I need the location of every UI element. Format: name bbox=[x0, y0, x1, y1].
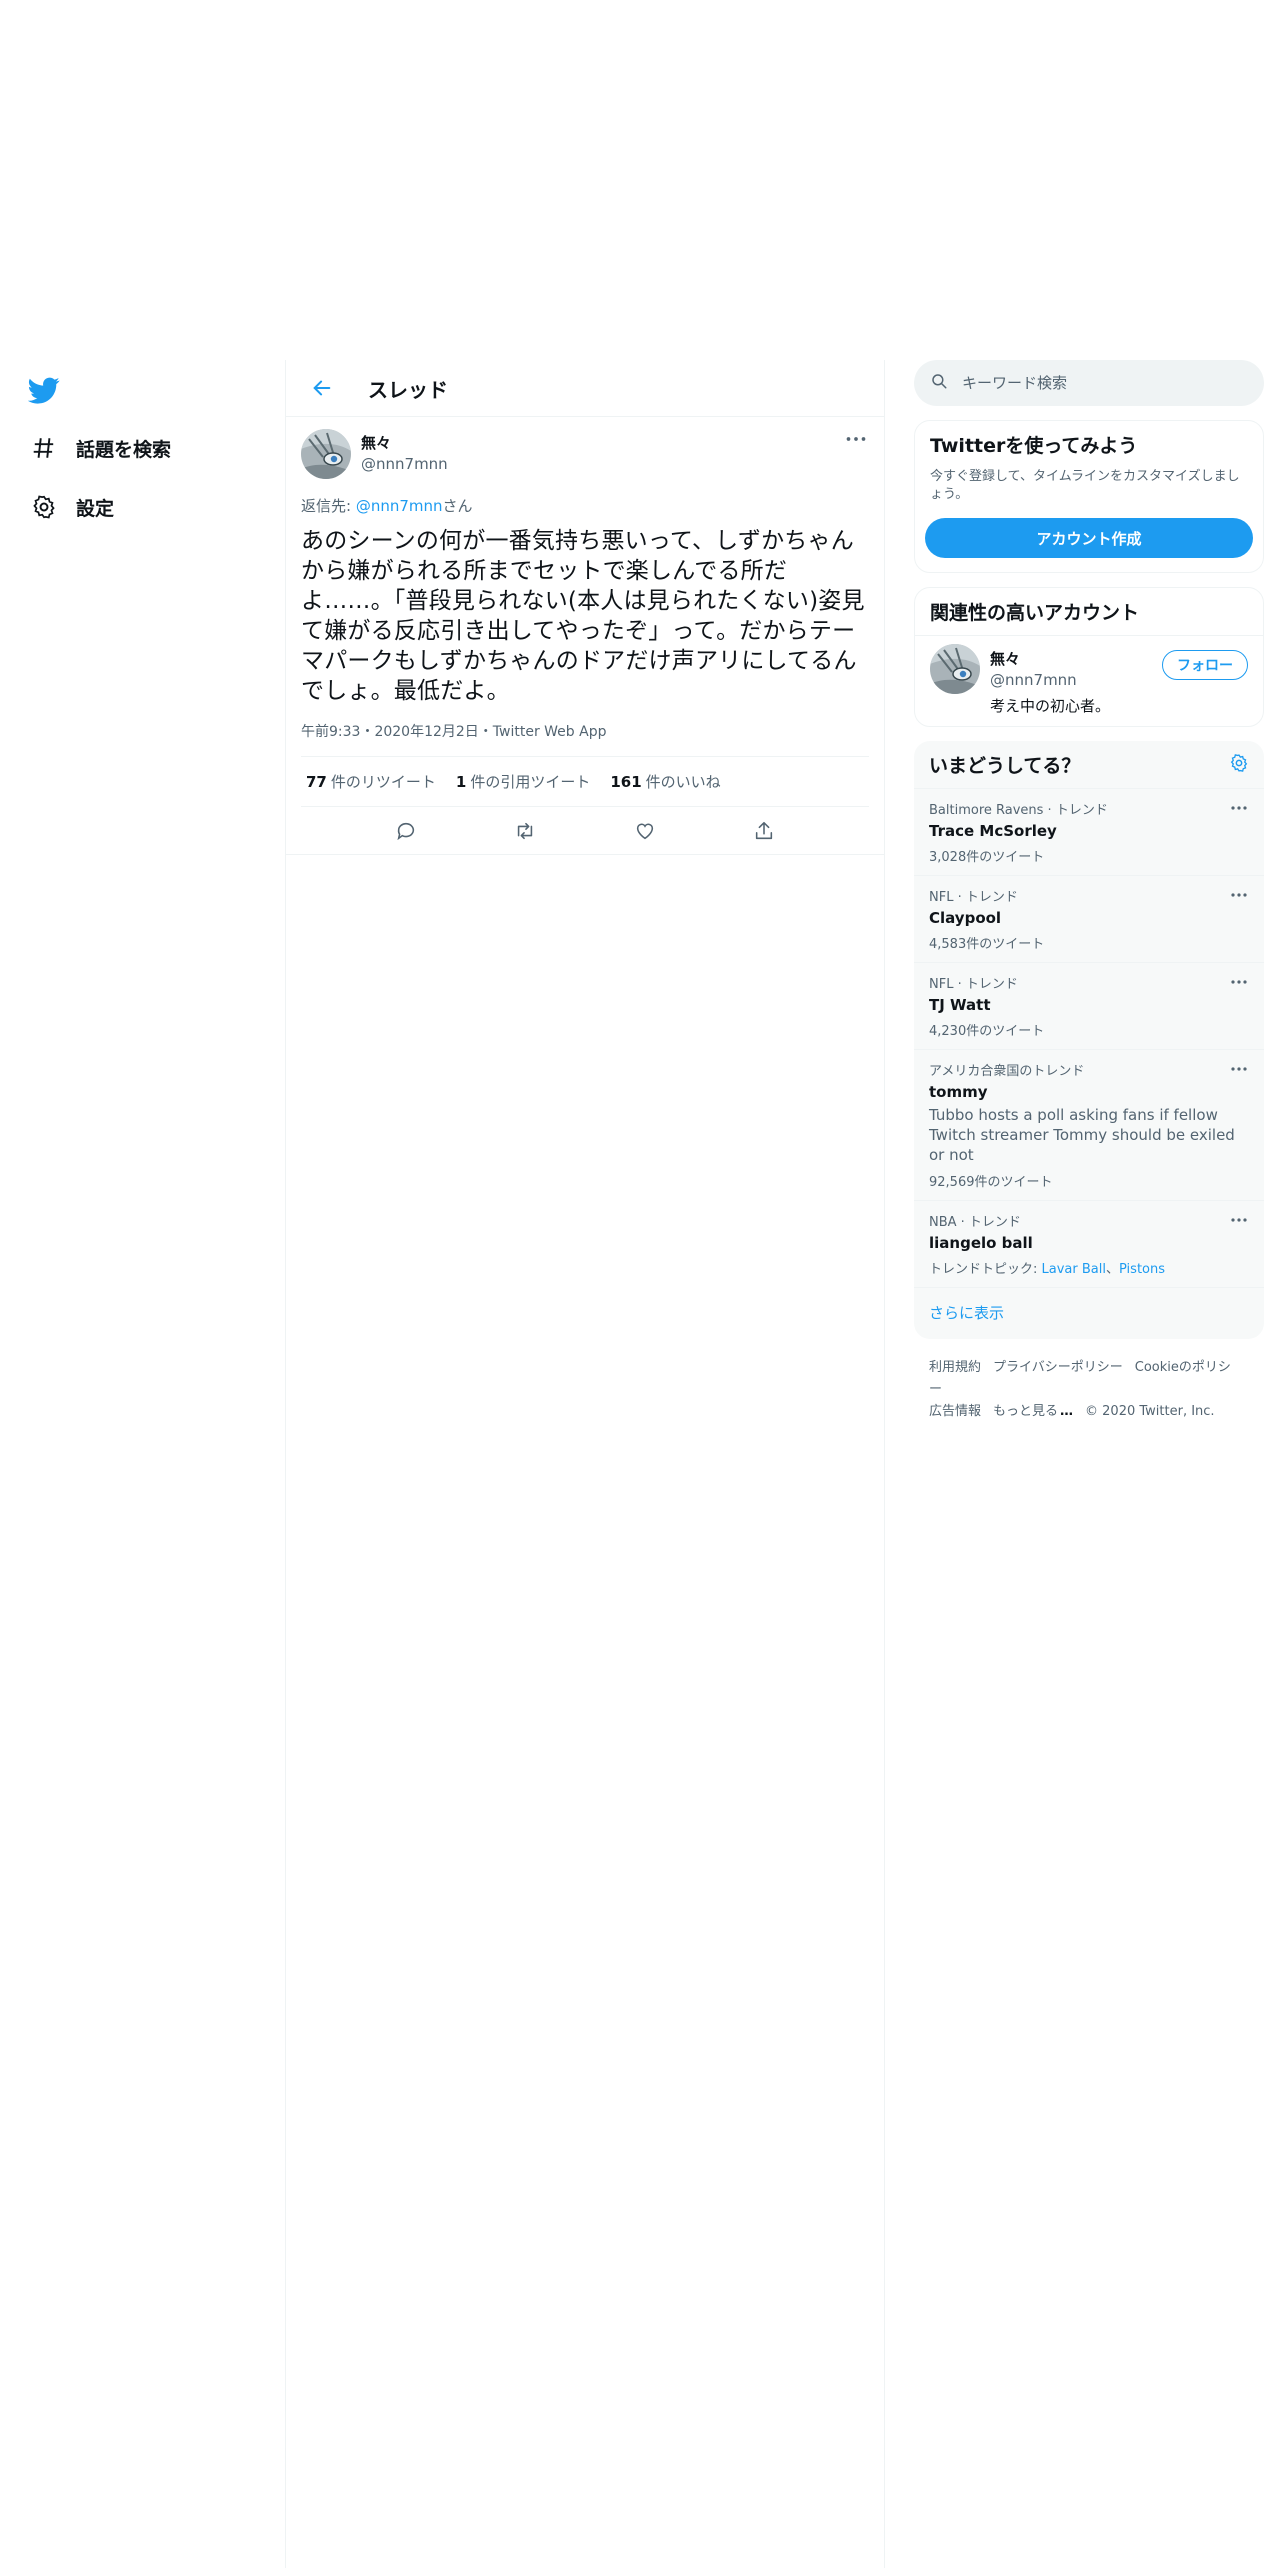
tweet-author-row: 無々 @nnn7mnn bbox=[301, 429, 869, 481]
author-handle[interactable]: @nnn7mnn bbox=[361, 455, 448, 473]
follow-button[interactable]: フォロー bbox=[1162, 650, 1248, 680]
trends-title: いまどうしてる？ bbox=[929, 755, 1081, 777]
trend-name: tommy bbox=[929, 1083, 988, 1101]
nav-item-settings[interactable]: 設定 bbox=[30, 482, 114, 532]
trend-item[interactable]: NFL · トレンド Claypool 4,583件のツイート bbox=[914, 876, 1264, 963]
reply-icon[interactable] bbox=[388, 813, 424, 849]
likes-count: 161 bbox=[610, 773, 642, 791]
retweets-label: 件のリツイート bbox=[330, 773, 436, 791]
trend-item[interactable]: NFL · トレンド TJ Watt 4,230件のツイート bbox=[914, 963, 1264, 1050]
signup-card: Twitterを使ってみよう 今すぐ登録して、タイムラインをカスタマイズしましょ… bbox=[914, 420, 1264, 573]
create-account-button[interactable]: アカウント作成 bbox=[925, 518, 1253, 558]
back-arrow-icon[interactable] bbox=[306, 372, 338, 404]
right-sidebar: Twitterを使ってみよう 今すぐ登録して、タイムラインをカスタマイズしましょ… bbox=[914, 360, 1264, 1441]
trend-description: Tubbo hosts a poll asking fans if fellow… bbox=[929, 1106, 1235, 1164]
trend-context: NFL · トレンド bbox=[929, 977, 1018, 992]
footer-links: 利用規約 プライバシーポリシー Cookieのポリシー 広告情報 もっと見る… © 20… bbox=[914, 1339, 1264, 1441]
account-handle: @nnn7mnn bbox=[990, 671, 1077, 689]
trend-item[interactable]: アメリカ合衆国のトレンド tommy Tubbo hosts a poll as… bbox=[914, 1050, 1264, 1201]
show-more-link[interactable]: さらに表示 bbox=[914, 1288, 1264, 1339]
trend-context: アメリカ合衆国のトレンド bbox=[929, 1064, 1085, 1079]
left-nav: 話題を検索 設定 bbox=[0, 360, 285, 2568]
tweet-text: あのシーンの何が一番気持ち悪いって、しずかちゃんから嫌がられる所までセットで楽し… bbox=[301, 528, 865, 704]
tweet-actions bbox=[286, 807, 884, 855]
footer-ads-link[interactable]: 広告情報 bbox=[929, 1404, 981, 1419]
likes-label: 件のいいね bbox=[645, 773, 721, 791]
signup-title: Twitterを使ってみよう bbox=[930, 435, 1138, 457]
trend-name: Claypool bbox=[929, 909, 1002, 927]
search-box[interactable] bbox=[914, 360, 1264, 406]
footer-more-link[interactable]: もっと見る… bbox=[993, 1404, 1073, 1419]
trend-item[interactable]: NBA · トレンド liangelo ball トレンドトピック: Lavar… bbox=[914, 1201, 1264, 1288]
topic-link[interactable]: Lavar Ball bbox=[1042, 1262, 1106, 1277]
reply-suffix: さん bbox=[442, 497, 473, 515]
quotes-stat[interactable]: 1 件の引用ツイート bbox=[456, 771, 590, 792]
trend-count: 4,583件のツイート bbox=[929, 937, 1045, 952]
more-options-icon[interactable] bbox=[1229, 801, 1249, 815]
gear-icon bbox=[30, 493, 58, 521]
tweet: 無々 @nnn7mnn 返信先: @nnn7mnnさん あのシーンの何が一番気持… bbox=[286, 417, 884, 855]
reply-prefix: 返信先: bbox=[301, 497, 356, 515]
retweets-count: 77 bbox=[306, 773, 327, 791]
topic-separator: 、 bbox=[1105, 1262, 1119, 1277]
footer-terms-link[interactable]: 利用規約 bbox=[929, 1360, 981, 1375]
trend-name: Trace McSorley bbox=[929, 822, 1057, 840]
quotes-label: 件の引用ツイート bbox=[470, 773, 591, 791]
trends-header: いまどうしてる？ bbox=[914, 741, 1264, 789]
thread-column: スレッド 無々 @nnn7mnn 返信先: @nnn7mnnさん あのシーンの何… bbox=[285, 360, 885, 2568]
hashtag-icon bbox=[30, 434, 58, 462]
trend-context: NBA · トレンド bbox=[929, 1215, 1021, 1230]
relevant-accounts-title: 関連性の高いアカウント bbox=[915, 588, 1263, 636]
quotes-count: 1 bbox=[455, 773, 467, 791]
nav-item-explore[interactable]: 話題を検索 bbox=[30, 423, 171, 473]
nav-label-explore: 話題を検索 bbox=[76, 438, 172, 461]
settings-gear-icon[interactable] bbox=[1229, 753, 1249, 777]
author-display-name[interactable]: 無々 bbox=[361, 432, 448, 453]
retweet-icon[interactable] bbox=[507, 813, 543, 849]
trend-name: liangelo ball bbox=[929, 1234, 1033, 1252]
more-dots-icon: … bbox=[1060, 1404, 1074, 1419]
tweet-stats: 77 件のリツイート 1 件の引用ツイート 161 件のいいね bbox=[301, 757, 869, 807]
trend-count: 3,028件のツイート bbox=[929, 850, 1045, 865]
trend-context: NFL · トレンド bbox=[929, 890, 1018, 905]
trend-item[interactable]: Baltimore Ravens · トレンド Trace McSorley 3… bbox=[914, 789, 1264, 876]
footer-more-label: もっと見る bbox=[993, 1404, 1059, 1419]
trend-count: 4,230件のツイート bbox=[929, 1024, 1045, 1039]
account-row[interactable]: 無々 @nnn7mnn 考え中の初心者。 フォロー bbox=[915, 636, 1263, 726]
avatar[interactable] bbox=[930, 644, 980, 694]
reply-to-line: 返信先: @nnn7mnnさん bbox=[301, 495, 869, 516]
tweet-timestamp[interactable]: 午前9:33・2020年12月2日・Twitter Web App bbox=[301, 721, 869, 757]
signup-description: 今すぐ登録して、タイムラインをカスタマイズしましょう。 bbox=[930, 469, 1240, 502]
more-options-icon[interactable] bbox=[1229, 975, 1249, 989]
trend-topics-label: トレンドトピック: bbox=[929, 1262, 1042, 1277]
footer-copyright: © 2020 Twitter, Inc. bbox=[1085, 1404, 1215, 1419]
page-title: スレッド bbox=[368, 377, 448, 402]
relevant-accounts-card: 関連性の高いアカウント 無々 @nnn7mnn 考え中の初心者。 フォロー bbox=[914, 587, 1264, 727]
trend-name: TJ Watt bbox=[929, 996, 991, 1014]
search-input[interactable] bbox=[962, 374, 1222, 392]
like-heart-icon[interactable] bbox=[627, 813, 663, 849]
more-options-icon[interactable] bbox=[1229, 1213, 1249, 1227]
search-icon bbox=[930, 372, 948, 394]
trend-topics: トレンドトピック: Lavar Ball、Pistons bbox=[929, 1258, 1249, 1277]
nav-label-settings: 設定 bbox=[76, 497, 115, 520]
more-options-icon[interactable] bbox=[1229, 1062, 1249, 1076]
trend-count: 92,569件のツイート bbox=[929, 1175, 1053, 1190]
thread-header: スレッド bbox=[286, 360, 884, 417]
twitter-bird-icon[interactable] bbox=[27, 374, 64, 410]
avatar[interactable] bbox=[301, 429, 351, 479]
account-name: 無々 bbox=[990, 650, 1021, 668]
more-options-icon[interactable] bbox=[1229, 888, 1249, 902]
retweets-stat[interactable]: 77 件のリツイート bbox=[306, 771, 436, 792]
trend-context: Baltimore Ravens · トレンド bbox=[929, 803, 1108, 818]
topic-link[interactable]: Pistons bbox=[1119, 1262, 1165, 1277]
trends-card: いまどうしてる？ Baltimore Ravens · トレンド Trace M… bbox=[914, 741, 1264, 1339]
reply-mention-link[interactable]: @nnn7mnn bbox=[356, 497, 443, 515]
footer-privacy-link[interactable]: プライバシーポリシー bbox=[993, 1360, 1123, 1375]
account-bio: 考え中の初心者。 bbox=[990, 697, 1111, 715]
share-icon[interactable] bbox=[746, 813, 782, 849]
likes-stat[interactable]: 161 件のいいね bbox=[610, 771, 720, 792]
more-options-icon[interactable] bbox=[843, 429, 869, 449]
